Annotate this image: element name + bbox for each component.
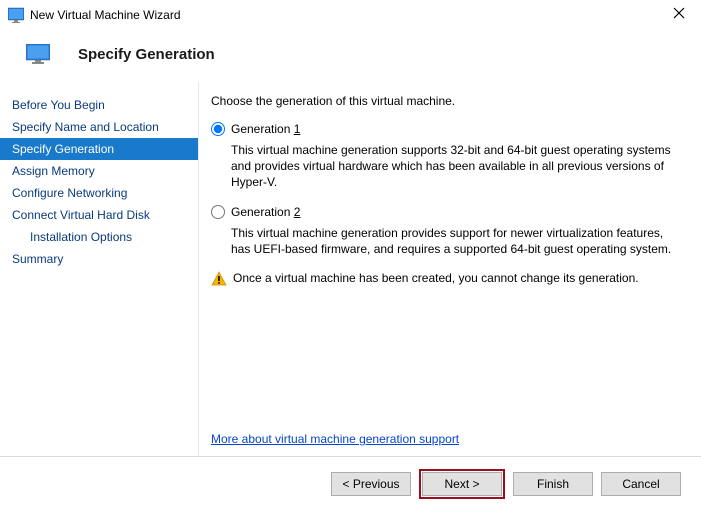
cancel-button[interactable]: Cancel: [601, 472, 681, 496]
radio-label-gen1: Generation 1: [231, 122, 300, 136]
wizard-icon: [26, 44, 50, 64]
finish-button-wrap: Finish: [513, 472, 593, 496]
app-icon: [8, 7, 24, 23]
gen2-description: This virtual machine generation provides…: [231, 225, 683, 257]
more-info-link[interactable]: More about virtual machine generation su…: [211, 432, 459, 446]
next-button[interactable]: Next >: [422, 472, 502, 496]
wizard-content: Before You Begin Specify Name and Locati…: [0, 82, 701, 456]
wizard-steps-sidebar: Before You Begin Specify Name and Locati…: [0, 82, 198, 456]
wizard-header: Specify Generation: [0, 30, 701, 82]
radio-input-gen2[interactable]: [211, 205, 225, 219]
radio-generation-2[interactable]: Generation 2: [211, 205, 683, 219]
titlebar: New Virtual Machine Wizard: [0, 0, 701, 30]
cancel-button-wrap: Cancel: [601, 472, 681, 496]
close-icon: [673, 7, 685, 19]
warning-icon: [211, 271, 227, 287]
step-configure-networking[interactable]: Configure Networking: [0, 182, 198, 204]
radio-generation-1[interactable]: Generation 1: [211, 122, 683, 136]
gen1-description: This virtual machine generation supports…: [231, 142, 683, 191]
finish-button[interactable]: Finish: [513, 472, 593, 496]
close-button[interactable]: [665, 6, 693, 24]
window-title: New Virtual Machine Wizard: [30, 8, 665, 22]
wizard-main-panel: Choose the generation of this virtual ma…: [198, 82, 701, 456]
radio-input-gen1[interactable]: [211, 122, 225, 136]
step-connect-hard-disk[interactable]: Connect Virtual Hard Disk: [0, 204, 198, 226]
step-before-you-begin[interactable]: Before You Begin: [0, 94, 198, 116]
step-assign-memory[interactable]: Assign Memory: [0, 160, 198, 182]
page-title: Specify Generation: [78, 46, 215, 63]
step-specify-name-location[interactable]: Specify Name and Location: [0, 116, 198, 138]
warning-row: Once a virtual machine has been created,…: [211, 271, 683, 287]
next-button-wrap: Next >: [419, 469, 505, 499]
previous-button-wrap: < Previous: [331, 472, 411, 496]
radio-label-gen2: Generation 2: [231, 205, 300, 219]
step-specify-generation[interactable]: Specify Generation: [0, 138, 198, 160]
step-summary[interactable]: Summary: [0, 248, 198, 270]
previous-button[interactable]: < Previous: [331, 472, 411, 496]
warning-text: Once a virtual machine has been created,…: [233, 271, 639, 285]
help-link-row: More about virtual machine generation su…: [211, 432, 459, 446]
instruction-text: Choose the generation of this virtual ma…: [211, 94, 683, 108]
step-installation-options[interactable]: Installation Options: [0, 226, 198, 248]
wizard-footer: < Previous Next > Finish Cancel: [0, 456, 701, 510]
